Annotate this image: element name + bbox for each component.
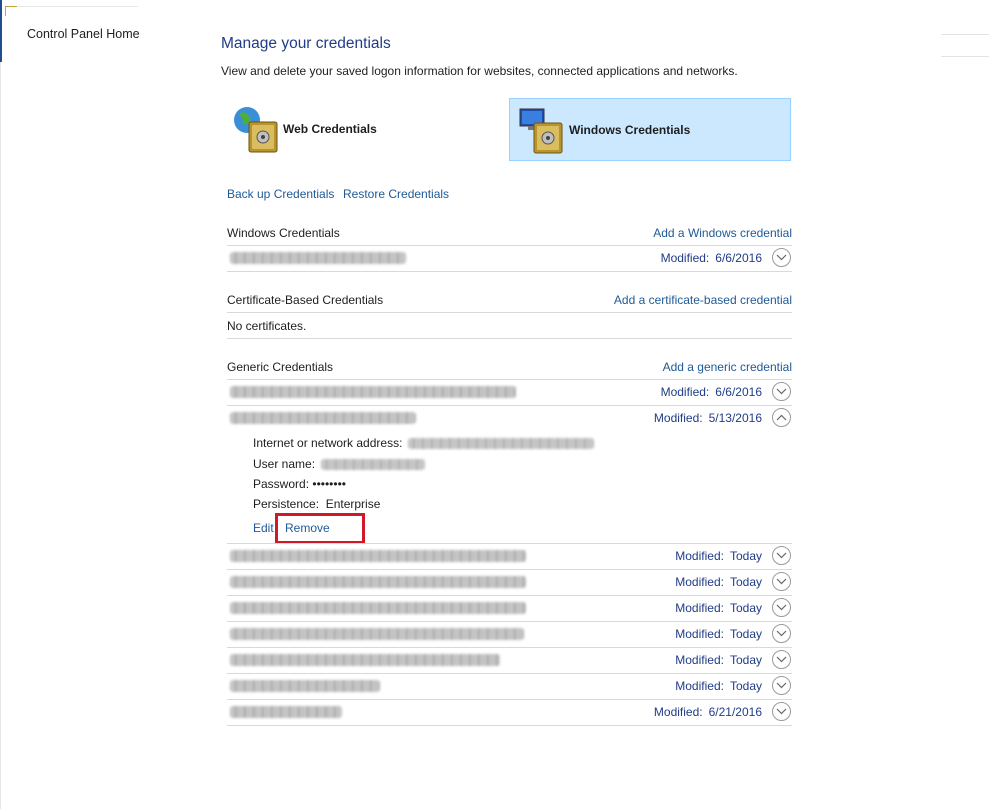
credential-row[interactable]: Modified: 6/6/2016	[227, 246, 792, 272]
divider	[227, 725, 792, 726]
detail-username: User name:	[253, 457, 426, 471]
restore-credentials-link[interactable]: Restore Credentials	[343, 187, 449, 201]
windows-credentials-heading: Windows Credentials	[227, 226, 340, 240]
web-credentials-label: Web Credentials	[283, 122, 377, 136]
nav-divider	[0, 62, 1, 809]
credential-row[interactable]: Modified: Today	[227, 622, 792, 648]
windows-credentials-label: Windows Credentials	[569, 123, 691, 137]
modified-info: Modified: Today	[675, 679, 762, 693]
modified-info: Modified: 6/6/2016	[660, 251, 762, 265]
redacted-credential-name	[230, 680, 380, 692]
add-generic-credential-link[interactable]: Add a generic credential	[663, 360, 792, 374]
redacted-credential-name	[230, 412, 416, 424]
redacted-address	[408, 438, 595, 450]
modified-info: Modified: Today	[675, 575, 762, 589]
add-windows-credential-link[interactable]: Add a Windows credential	[653, 226, 792, 240]
expand-chevron-icon[interactable]	[772, 382, 791, 401]
credential-row[interactable]: Modified: Today	[227, 648, 792, 674]
credential-row-expanded[interactable]: Modified: 5/13/2016	[227, 406, 792, 432]
divider	[227, 338, 792, 339]
expand-chevron-icon[interactable]	[772, 624, 791, 643]
redacted-credential-name	[230, 706, 342, 718]
expand-chevron-icon[interactable]	[772, 702, 791, 721]
credential-row[interactable]: Modified: Today	[227, 544, 792, 570]
redacted-credential-name	[230, 602, 526, 614]
top-divider	[18, 6, 138, 7]
web-credentials-tile[interactable]: Web Credentials	[227, 98, 497, 161]
redacted-credential-name	[230, 550, 526, 562]
redacted-credential-name	[230, 576, 526, 588]
edit-credential-link[interactable]: Edit	[253, 521, 274, 535]
divider	[227, 271, 792, 272]
modified-info: Modified: 6/6/2016	[660, 385, 762, 399]
expand-chevron-icon[interactable]	[772, 248, 791, 267]
detail-password: Password: ••••••••	[253, 477, 346, 491]
detail-persistence: Persistence: Enterprise	[253, 497, 381, 511]
expand-chevron-icon[interactable]	[772, 650, 791, 669]
detail-address: Internet or network address:	[253, 436, 595, 450]
expand-chevron-icon[interactable]	[772, 546, 791, 565]
credential-row[interactable]: Modified: Today	[227, 674, 792, 700]
page-title: Manage your credentials	[221, 35, 391, 52]
windows-credentials-tile[interactable]: Windows Credentials	[509, 98, 791, 161]
redacted-credential-name	[230, 386, 516, 398]
control-panel-home-link[interactable]: Control Panel Home	[27, 27, 140, 41]
web-credentials-vault-icon	[234, 107, 278, 153]
remove-highlight-box	[275, 513, 365, 544]
modified-info: Modified: 6/21/2016	[653, 705, 762, 719]
add-certificate-credential-link[interactable]: Add a certificate-based credential	[614, 293, 792, 307]
folder-icon	[5, 6, 17, 16]
redacted-credential-name	[230, 628, 524, 640]
page-subtitle: View and delete your saved logon informa…	[221, 64, 738, 78]
modified-info: Modified: Today	[675, 549, 762, 563]
certificate-credentials-heading: Certificate-Based Credentials	[227, 293, 384, 307]
divider	[227, 312, 792, 313]
windows-credentials-vault-icon	[519, 108, 563, 154]
modified-info: Modified: 5/13/2016	[653, 411, 762, 425]
expand-chevron-icon[interactable]	[772, 598, 791, 617]
modified-info: Modified: Today	[675, 601, 762, 615]
expand-chevron-icon[interactable]	[772, 572, 791, 591]
credential-row[interactable]: Modified: 6/21/2016	[227, 700, 792, 726]
expand-chevron-icon[interactable]	[772, 676, 791, 695]
collapse-chevron-icon[interactable]	[772, 408, 791, 427]
modified-info: Modified: Today	[675, 627, 762, 641]
nav-accent-bar	[0, 0, 2, 62]
no-certificates-text: No certificates.	[227, 319, 307, 333]
generic-credentials-heading: Generic Credentials	[227, 360, 334, 374]
backup-credentials-link[interactable]: Back up Credentials	[227, 187, 334, 201]
redacted-username	[321, 459, 426, 471]
modified-info: Modified: Today	[675, 653, 762, 667]
credential-row[interactable]: Modified: 6/6/2016	[227, 380, 792, 406]
redacted-credential-name	[230, 654, 500, 666]
redacted-credential-name	[230, 252, 406, 264]
credential-row[interactable]: Modified: Today	[227, 570, 792, 596]
credential-row[interactable]: Modified: Today	[227, 596, 792, 622]
